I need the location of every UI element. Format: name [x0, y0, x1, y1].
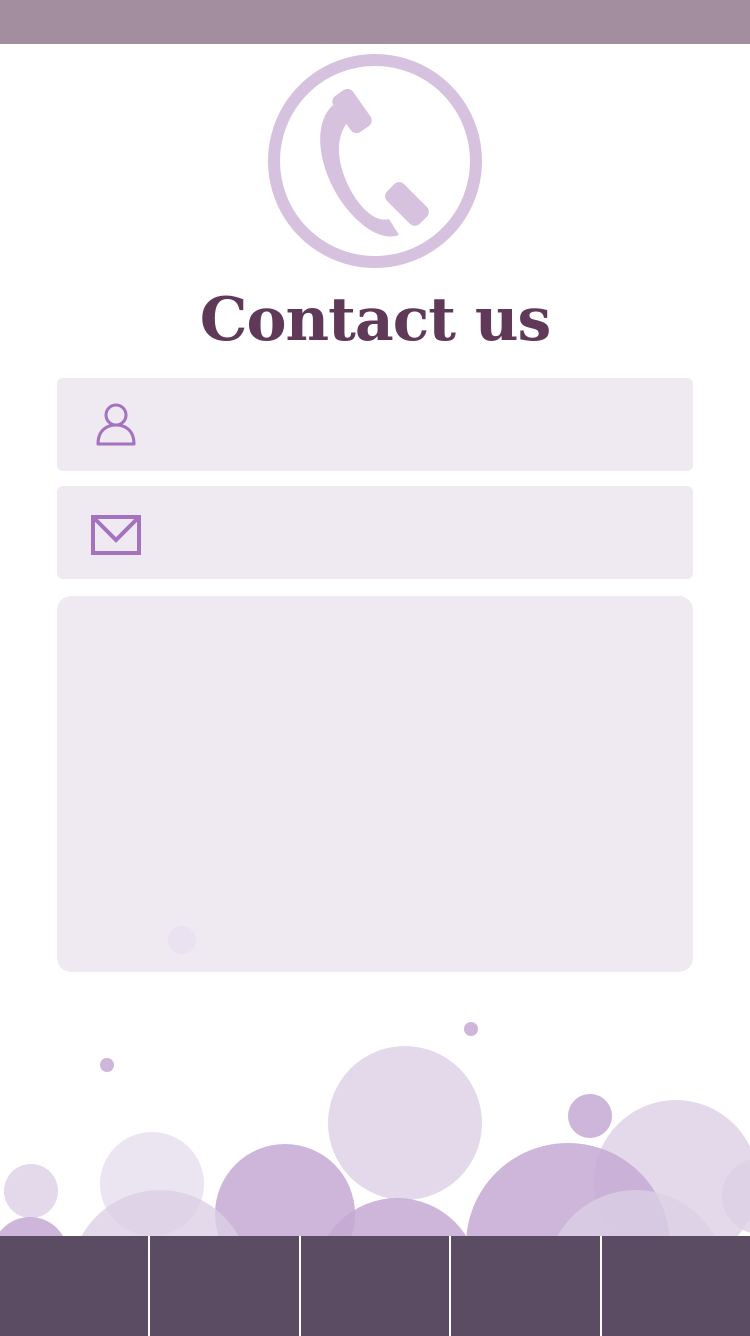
bubbles-decoration — [0, 926, 750, 1236]
email-input[interactable] — [167, 486, 671, 581]
nav-tab-1[interactable] — [0, 1236, 149, 1336]
person-icon — [96, 403, 136, 446]
name-input[interactable] — [167, 378, 671, 473]
nav-tab-4[interactable] — [449, 1236, 600, 1336]
nav-tab-3[interactable] — [298, 1236, 450, 1336]
name-field[interactable] — [57, 378, 693, 473]
status-bar — [0, 0, 750, 44]
bottom-nav — [0, 1236, 750, 1336]
envelope-icon — [91, 515, 141, 555]
nav-tab-2[interactable] — [148, 1236, 299, 1336]
email-field[interactable] — [57, 486, 693, 581]
phone-icon — [268, 54, 482, 268]
page-title: Contact us — [199, 285, 552, 355]
nav-tab-5[interactable] — [599, 1236, 750, 1336]
